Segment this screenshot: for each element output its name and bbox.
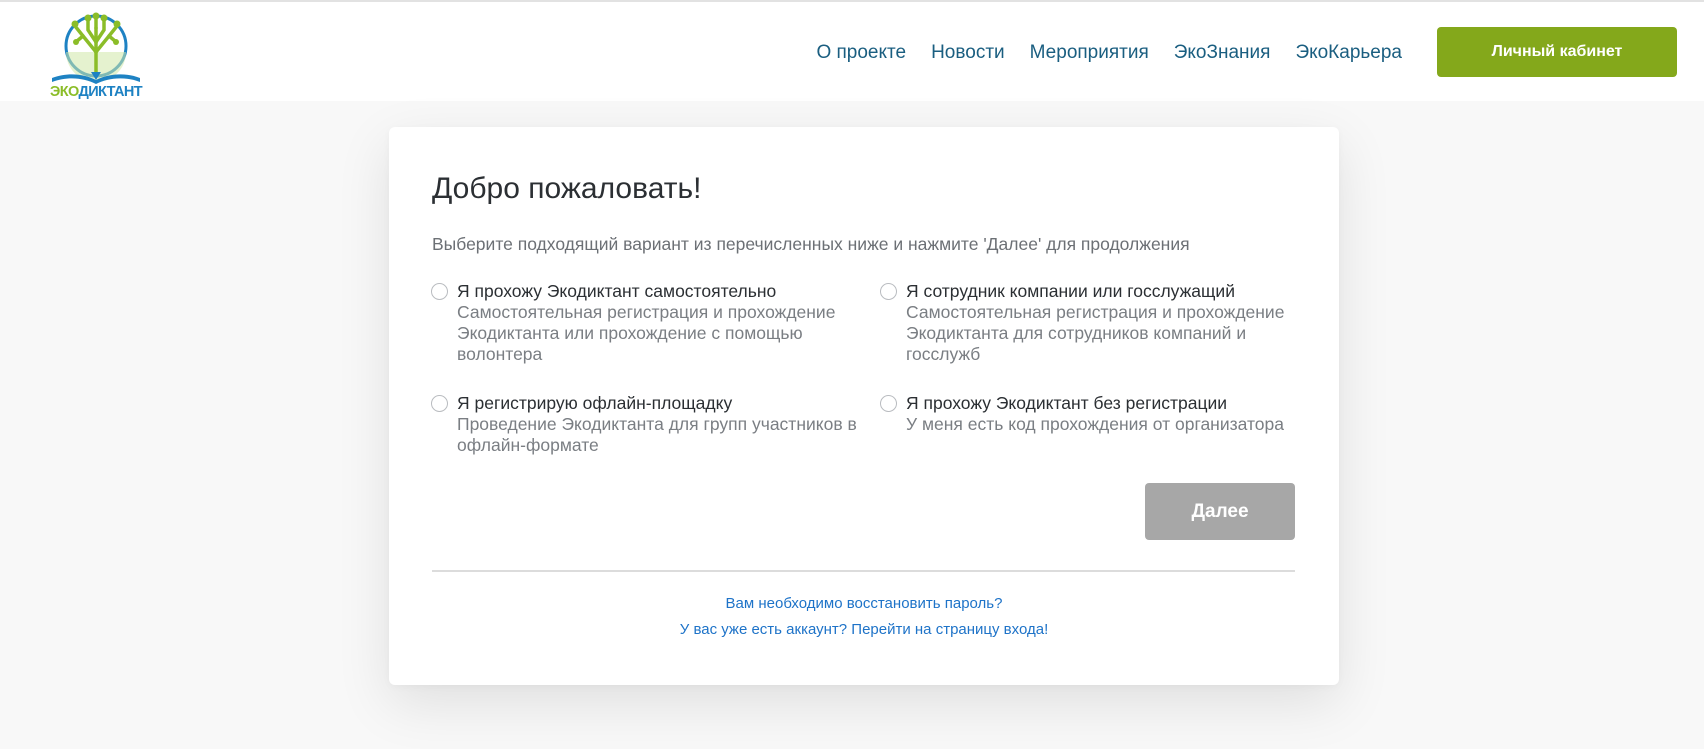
option-title: Я прохожу Экодиктант самостоятельно <box>457 281 777 301</box>
nav-link-about[interactable]: О проекте <box>816 41 906 65</box>
login-link[interactable]: У вас уже есть аккаунт? Перейти на стран… <box>389 617 1339 643</box>
welcome-card: Добро пожаловать! Выберите подходящий ва… <box>389 127 1339 685</box>
option-texts: Я прохожу Экодиктант самостоятельно Само… <box>457 281 857 365</box>
tree-book-logo-icon <box>52 12 140 84</box>
nav-link-news[interactable]: Новости <box>931 41 1005 65</box>
option-texts: Я прохожу Экодиктант без регистрации У м… <box>906 393 1306 435</box>
next-button[interactable]: Далее <box>1145 483 1295 540</box>
main-nav: О проекте Новости Мероприятия ЭкоЗнания … <box>816 41 1402 65</box>
radio-unchecked-icon[interactable] <box>431 395 448 412</box>
option-description: Самостоятельная регистрация и прохождени… <box>906 302 1285 364</box>
page-title: Добро пожаловать! <box>432 172 702 205</box>
logo-text-part1: ЭКО <box>50 84 79 100</box>
page-subtitle: Выберите подходящий вариант из перечисле… <box>432 234 1190 254</box>
auth-links: Вам необходимо восстановить пароль? У ва… <box>389 591 1339 643</box>
personal-account-button[interactable]: Личный кабинет <box>1437 27 1677 77</box>
logo-text-part2: ДИКТАНТ <box>78 84 142 100</box>
radio-unchecked-icon[interactable] <box>880 283 897 300</box>
option-title: Я прохожу Экодиктант без регистрации <box>906 393 1228 413</box>
site-header: ЭКОДИКТАНТ О проекте Новости Мероприятия… <box>0 2 1704 101</box>
option-description: Проведение Экодиктанта для групп участни… <box>457 414 857 455</box>
logo-wordmark: ЭКОДИКТАНТ <box>50 84 143 100</box>
option-title: Я регистрирую офлайн-площадку <box>457 393 733 413</box>
radio-unchecked-icon[interactable] <box>880 395 897 412</box>
site-logo[interactable]: ЭКОДИКТАНТ <box>48 8 148 100</box>
option-description: Самостоятельная регистрация и прохождени… <box>457 302 836 364</box>
option-description: У меня есть код прохождения от организат… <box>906 414 1285 434</box>
radio-unchecked-icon[interactable] <box>431 283 448 300</box>
option-title: Я сотрудник компании или госслужащий <box>906 281 1235 301</box>
option-texts: Я сотрудник компании или госслужащий Сам… <box>906 281 1306 365</box>
option-texts: Я регистрирую офлайн-площадку Проведение… <box>457 393 857 456</box>
nav-link-events[interactable]: Мероприятия <box>1030 41 1149 65</box>
nav-link-ecoknowledge[interactable]: ЭкоЗнания <box>1174 41 1271 65</box>
nav-link-ecocareer[interactable]: ЭкоКарьера <box>1295 41 1402 65</box>
restore-password-link[interactable]: Вам необходимо восстановить пароль? <box>389 591 1339 617</box>
divider <box>432 570 1295 572</box>
